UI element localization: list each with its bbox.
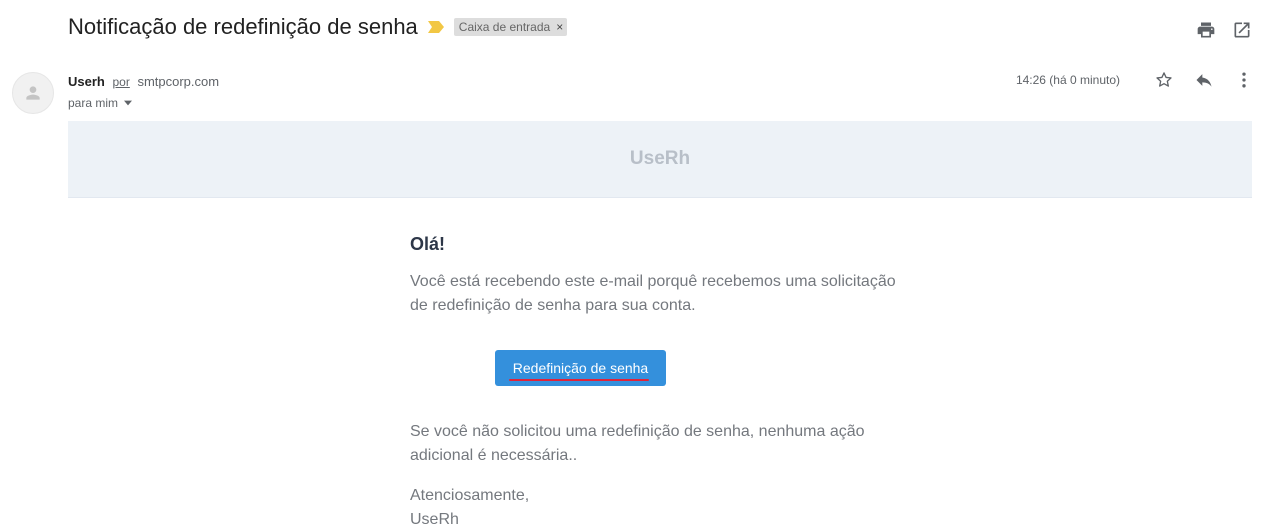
reply-icon[interactable] (1194, 70, 1214, 90)
importance-marker-icon[interactable] (427, 21, 444, 33)
greeting: Olá! (410, 234, 446, 254)
email-banner: UseRh (68, 121, 1252, 198)
more-vertical-icon[interactable] (1234, 70, 1254, 90)
signoff: Atenciosamente, UseRh (410, 484, 910, 532)
annotation-underline (508, 379, 649, 381)
person-icon (26, 86, 40, 100)
signature-line: UseRh (410, 511, 459, 528)
button-wrapper: Redefinição de senha (410, 350, 910, 386)
star-icon[interactable] (1154, 70, 1174, 90)
timestamp: 14:26 (há 0 minuto) (1015, 73, 1120, 87)
caret-down-icon[interactable] (124, 99, 133, 107)
via-link[interactable]: por (112, 75, 129, 89)
label-chip-text: Caixa de entrada (458, 20, 551, 34)
outro-paragraph: Se você não solicitou uma redefinição de… (410, 423, 865, 464)
subject-row: Notificação de redefinição de senha Caix… (68, 14, 568, 40)
recipient-line[interactable]: para mim (68, 96, 133, 110)
open-in-new-window-icon[interactable] (1232, 20, 1252, 40)
message-meta: 14:26 (há 0 minuto) (1016, 70, 1254, 90)
print-icon[interactable] (1196, 20, 1216, 40)
top-actions (1180, 20, 1252, 40)
reset-password-button-label: Redefinição de senha (512, 360, 649, 376)
label-chip-inbox: Caixa de entrada × (453, 18, 568, 36)
email-content: Olá! Você está recebendo este e-mail por… (410, 234, 910, 532)
sender-line: Userh por smtpcorp.com (68, 74, 219, 89)
brand-title[interactable]: UseRh (630, 148, 690, 170)
remove-label-button[interactable]: × (556, 20, 563, 34)
reset-password-button[interactable]: Redefinição de senha (494, 350, 667, 386)
recipient-label: para mim (68, 96, 119, 110)
sender-name[interactable]: Userh (68, 74, 105, 89)
regards-line: Atenciosamente, (410, 487, 530, 504)
sender-avatar[interactable] (12, 72, 54, 114)
intro-paragraph: Você está recebendo este e-mail porquê r… (410, 273, 896, 314)
email-subject: Notificação de redefinição de senha (68, 14, 418, 39)
sender-domain: smtpcorp.com (137, 74, 220, 89)
